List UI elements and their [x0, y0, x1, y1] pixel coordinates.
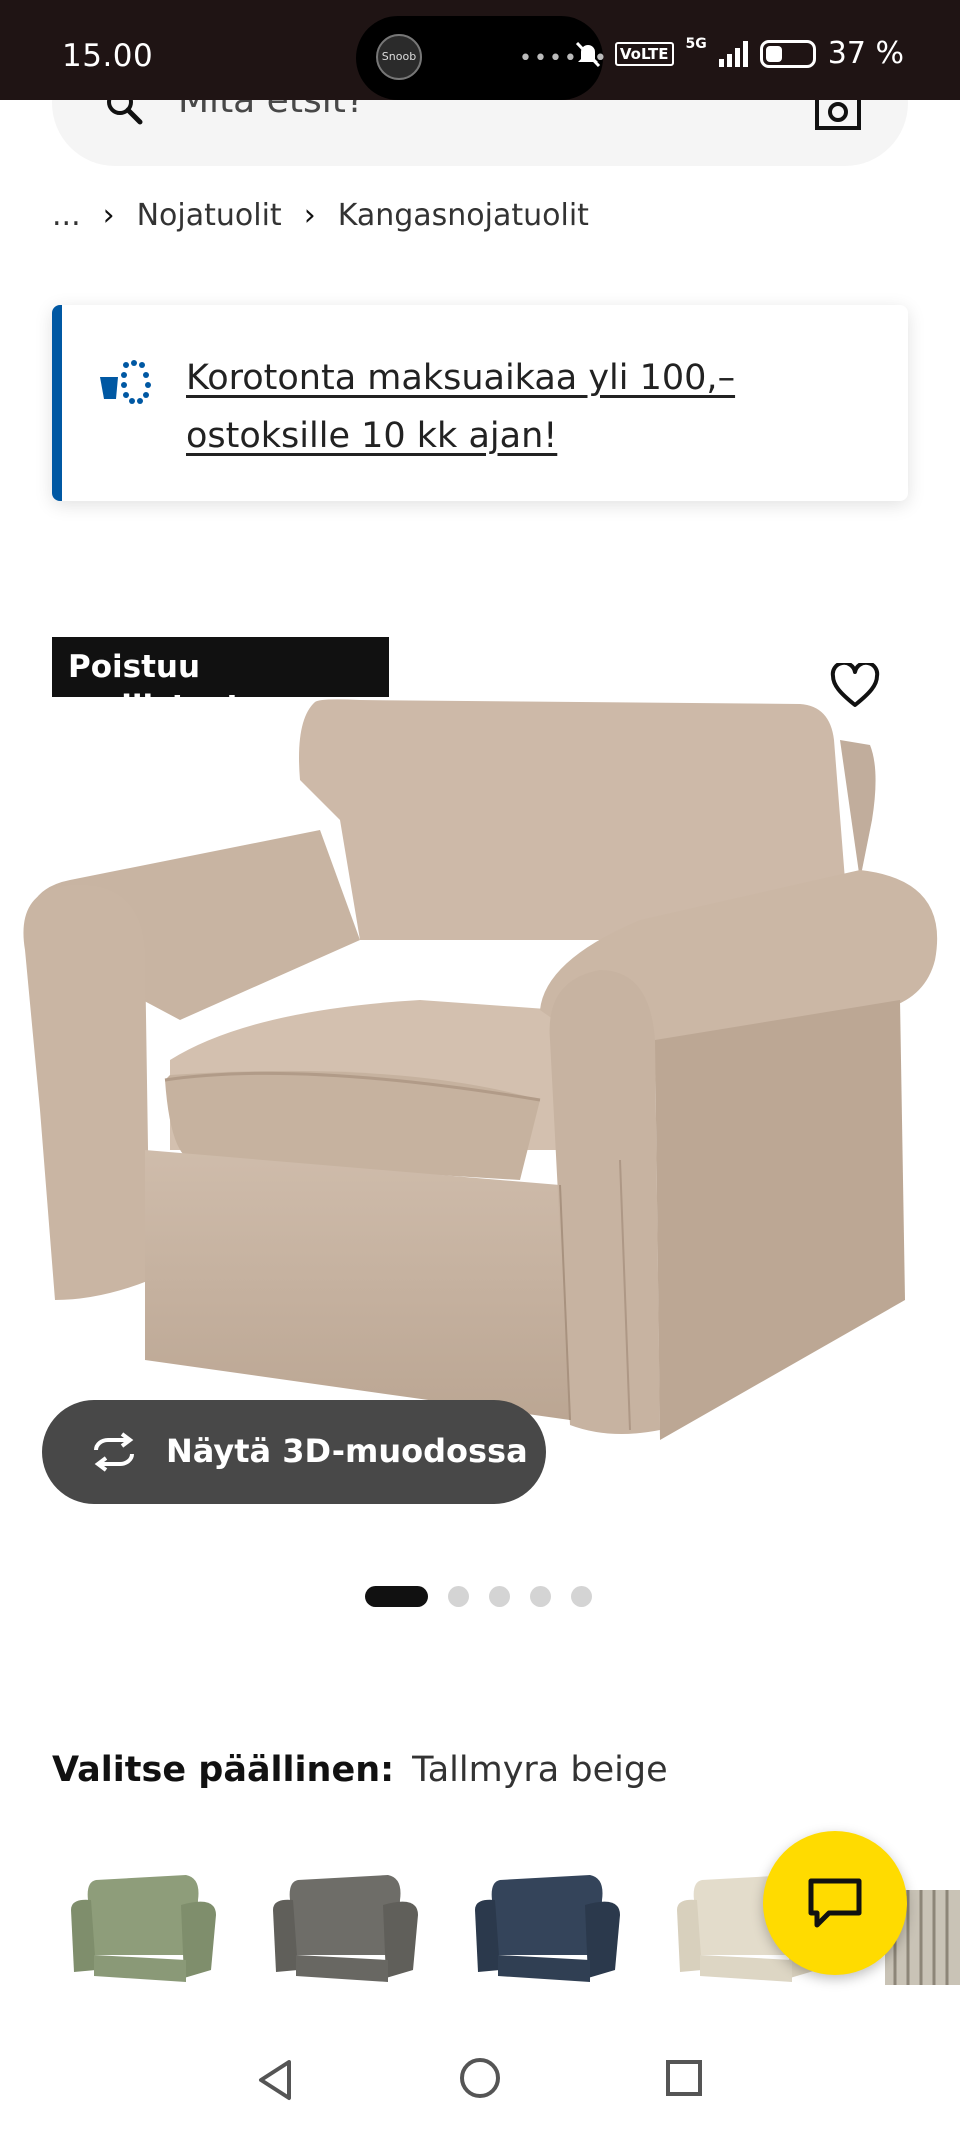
swatch-dark-blue[interactable]: [470, 1860, 630, 1990]
camera-cutout: Snoob ••••••: [356, 16, 607, 100]
chevron-right-icon: ›: [102, 198, 115, 233]
breadcrumb-ellipsis[interactable]: ...: [52, 198, 81, 233]
carousel-dot[interactable]: [530, 1586, 551, 1607]
breadcrumb: ... › Nojatuolit › Kangasnojatuolit: [52, 198, 589, 233]
favorite-heart-icon[interactable]: [830, 663, 880, 709]
swatch-green[interactable]: [66, 1860, 226, 1990]
battery-icon: [759, 39, 816, 68]
promo-accent-bar: [52, 305, 62, 501]
breadcrumb-item-nojatuolit[interactable]: Nojatuolit: [137, 198, 282, 233]
app-notification-icon: Snoob: [376, 34, 422, 80]
home-icon[interactable]: [458, 2056, 502, 2100]
status-bar-overlay: 15.00 Snoob •••••• VoLTE 5G 37 %: [0, 0, 960, 100]
chevron-right-icon: ›: [303, 198, 316, 233]
carousel-dot[interactable]: [489, 1586, 510, 1607]
status-icons: VoLTE 5G 37 %: [573, 36, 904, 71]
product-image-armchair[interactable]: [0, 680, 960, 1460]
signal-icon: [718, 40, 748, 67]
view-3d-button[interactable]: Näytä 3D-muodossa: [42, 1400, 546, 1504]
clock: 15.00: [62, 38, 154, 74]
mute-icon: [575, 41, 600, 67]
image-carousel-indicator: [365, 1586, 592, 1607]
payment-basket-icon: [100, 360, 151, 404]
promo-link[interactable]: Korotonta maksuaikaa yli 100,– ostoksill…: [186, 349, 886, 465]
back-icon[interactable]: [255, 2058, 295, 2102]
rotate-3d-icon: [94, 1432, 134, 1472]
volte-icon: VoLTE: [614, 41, 674, 66]
discontinued-badge: Poistuu mallistosta: [52, 637, 389, 725]
system-nav-bar: [0, 2020, 960, 2131]
battery-level: 37 %: [827, 36, 904, 71]
promo-banner[interactable]: Korotonta maksuaikaa yli 100,– ostoksill…: [52, 305, 908, 501]
chat-button[interactable]: [763, 1831, 907, 1975]
carousel-dot[interactable]: [571, 1586, 592, 1607]
cover-label: Valitse päällinen:: [52, 1750, 395, 1790]
chat-icon: [808, 1878, 862, 1928]
view-3d-label: Näytä 3D-muodossa: [166, 1432, 528, 1470]
carousel-dot[interactable]: [448, 1586, 469, 1607]
swatch-grey[interactable]: [268, 1860, 428, 1990]
cover-value: Tallmyra beige: [412, 1750, 668, 1790]
recent-apps-icon[interactable]: [664, 2058, 704, 2098]
cover-selection: Valitse päällinen: Tallmyra beige: [52, 1750, 668, 1790]
breadcrumb-item-kangasnojatuolit[interactable]: Kangasnojatuolit: [338, 198, 589, 233]
network-type: 5G: [685, 36, 707, 52]
carousel-dot-active[interactable]: [365, 1586, 428, 1607]
